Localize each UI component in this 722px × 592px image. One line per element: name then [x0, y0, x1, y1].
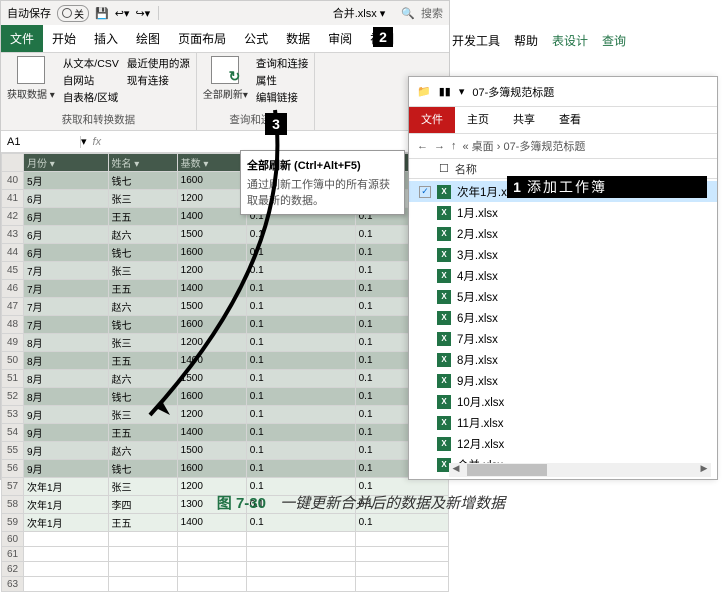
address-text: « 桌面 › 07-多簿规范标题: [463, 138, 586, 154]
group-label-getdata: 获取和转换数据: [7, 112, 190, 127]
from-web-button[interactable]: 自网站: [63, 73, 119, 88]
excel-file-icon: X: [437, 416, 451, 430]
tab-home[interactable]: 开始: [43, 25, 85, 52]
figure-number: 图 7-30: [217, 495, 266, 512]
excel-file-icon: X: [437, 311, 451, 325]
from-csv-button[interactable]: 从文本/CSV: [63, 56, 119, 71]
redo-icon[interactable]: ↪▾: [135, 7, 150, 20]
callout-marker-1: 1: [507, 179, 527, 195]
ribbon-group-getdata: 获取数据 ▾ 从文本/CSV 自网站 自表格/区域 最近使用的源 现有连接 获取…: [1, 53, 197, 130]
search-icon[interactable]: 🔍: [401, 7, 415, 20]
folder-icon: 📁: [417, 85, 431, 98]
name-box[interactable]: A1: [1, 136, 81, 148]
fx-icon[interactable]: fx: [87, 136, 108, 148]
existing-conn-button[interactable]: 现有连接: [127, 73, 190, 88]
excel-file-icon: X: [437, 248, 451, 262]
explorer-tab-share[interactable]: 共享: [501, 107, 547, 133]
tab-draw[interactable]: 绘图: [127, 25, 169, 52]
undo-icon[interactable]: ↩▾: [115, 7, 130, 20]
explorer-titlebar: 📁 ▮▮ ▾ 07-多簿规范标题: [409, 77, 717, 107]
tab-layout[interactable]: 页面布局: [169, 25, 235, 52]
column-name[interactable]: 名称: [455, 161, 477, 177]
search-label[interactable]: 搜索: [421, 5, 443, 21]
figure-text: 一键更新合并后的数据及新增数据: [280, 495, 505, 512]
explorer-title: 07-多簿规范标题: [472, 84, 554, 100]
excel-file-icon: X: [437, 185, 451, 199]
back-icon[interactable]: ←: [417, 140, 428, 152]
excel-file-icon: X: [437, 206, 451, 220]
file-item[interactable]: X4月.xlsx: [409, 265, 717, 286]
explorer-file-list: ✓X次年1月.xlsxX1月.xlsxX2月.xlsxX3月.xlsxX4月.x…: [409, 179, 717, 477]
tab-file[interactable]: 文件: [1, 25, 43, 52]
excel-file-icon: X: [437, 227, 451, 241]
explorer-scrollbar[interactable]: ◀▶: [449, 463, 711, 477]
file-explorer: 📁 ▮▮ ▾ 07-多簿规范标题 文件 主页 共享 查看 ← → ↑ « 桌面 …: [408, 76, 718, 480]
refresh-icon: [211, 56, 239, 84]
tab-data[interactable]: 数据: [277, 25, 319, 52]
file-item[interactable]: X5月.xlsx: [409, 286, 717, 307]
get-data-icon: [17, 56, 45, 84]
get-data-button[interactable]: 获取数据 ▾: [7, 56, 55, 105]
edit-links-button[interactable]: 编辑链接: [256, 90, 309, 105]
excel-file-icon: X: [437, 269, 451, 283]
file-item[interactable]: X6月.xlsx: [409, 307, 717, 328]
explorer-addressbar[interactable]: ← → ↑ « 桌面 › 07-多簿规范标题: [409, 133, 717, 159]
excel-file-icon: X: [437, 437, 451, 451]
tab-dev[interactable]: 开发工具: [452, 32, 500, 49]
file-item[interactable]: X2月.xlsx: [409, 223, 717, 244]
ribbon-tabs-overflow: 开发工具 帮助 表设计 查询: [452, 32, 626, 49]
tooltip-body: 通过刷新工作簿中的所有源获取最新的数据。: [247, 176, 398, 208]
recent-sources-button[interactable]: 最近使用的源: [127, 56, 190, 71]
refresh-all-button[interactable]: 全部刷新▾: [203, 56, 248, 105]
up-icon[interactable]: ↑: [451, 140, 457, 152]
queries-button[interactable]: 查询和连接: [256, 56, 309, 71]
workbook-title[interactable]: 合并.xlsx ▾: [333, 5, 386, 21]
file-item[interactable]: X1月.xlsx: [409, 202, 717, 223]
excel-file-icon: X: [437, 332, 451, 346]
properties-button[interactable]: 属性: [256, 73, 309, 88]
excel-file-icon: X: [437, 353, 451, 367]
quick-access-toolbar: 自动保存 关 💾 ↩▾ ↪▾ 合并.xlsx ▾ 🔍 搜索: [1, 1, 449, 25]
group-label-queries: 查询和连接: [203, 112, 309, 127]
callout-banner-1: 1 添加工作簿: [507, 176, 707, 198]
excel-file-icon: X: [437, 290, 451, 304]
autosave-toggle[interactable]: 关: [57, 5, 89, 22]
save-icon[interactable]: 💾: [95, 7, 109, 20]
tooltip-title: 全部刷新 (Ctrl+Alt+F5): [247, 157, 398, 173]
figure-caption: 图 7-30 一键更新合并后的数据及新增数据: [0, 492, 722, 513]
file-item[interactable]: X7月.xlsx: [409, 328, 717, 349]
file-item[interactable]: X12月.xlsx: [409, 433, 717, 454]
callout-text-1: 添加工作簿: [527, 177, 707, 197]
spreadsheet-grid[interactable]: 月份 ▾姓名 ▾基数 ▾个人比例 ▾公司比例405月钱七16000.10.141…: [1, 153, 449, 592]
excel-file-icon: X: [437, 374, 451, 388]
tab-review[interactable]: 审阅: [319, 25, 361, 52]
ribbon-group-queries: 全部刷新▾ 查询和连接 属性 编辑链接 查询和连接: [197, 53, 316, 130]
pin-icon[interactable]: ▮▮: [439, 85, 451, 98]
forward-icon[interactable]: →: [434, 140, 445, 152]
callout-marker-2: 2: [373, 27, 393, 47]
tab-query[interactable]: 查询: [602, 32, 626, 49]
file-item[interactable]: X10月.xlsx: [409, 391, 717, 412]
file-item[interactable]: X8月.xlsx: [409, 349, 717, 370]
ribbon-body: 获取数据 ▾ 从文本/CSV 自网站 自表格/区域 最近使用的源 现有连接 获取…: [1, 53, 449, 131]
autosave-label: 自动保存: [7, 5, 51, 21]
from-range-button[interactable]: 自表格/区域: [63, 90, 119, 105]
explorer-tab-file[interactable]: 文件: [409, 107, 455, 133]
explorer-tab-view[interactable]: 查看: [547, 107, 593, 133]
excel-file-icon: X: [437, 395, 451, 409]
explorer-tabs: 文件 主页 共享 查看: [409, 107, 717, 133]
explorer-tab-home[interactable]: 主页: [455, 107, 501, 133]
tab-design[interactable]: 表设计: [552, 32, 588, 49]
file-item[interactable]: X3月.xlsx: [409, 244, 717, 265]
file-item[interactable]: X11月.xlsx: [409, 412, 717, 433]
file-item[interactable]: X9月.xlsx: [409, 370, 717, 391]
refresh-tooltip: 全部刷新 (Ctrl+Alt+F5) 通过刷新工作簿中的所有源获取最新的数据。: [240, 150, 405, 215]
tab-formula[interactable]: 公式: [235, 25, 277, 52]
tab-help[interactable]: 帮助: [514, 32, 538, 49]
callout-marker-3: 3: [265, 113, 287, 135]
tab-insert[interactable]: 插入: [85, 25, 127, 52]
excel-window: 自动保存 关 💾 ↩▾ ↪▾ 合并.xlsx ▾ 🔍 搜索 文件 开始 插入 绘…: [0, 0, 450, 480]
explorer-dropdown-icon[interactable]: ▾: [459, 85, 465, 98]
